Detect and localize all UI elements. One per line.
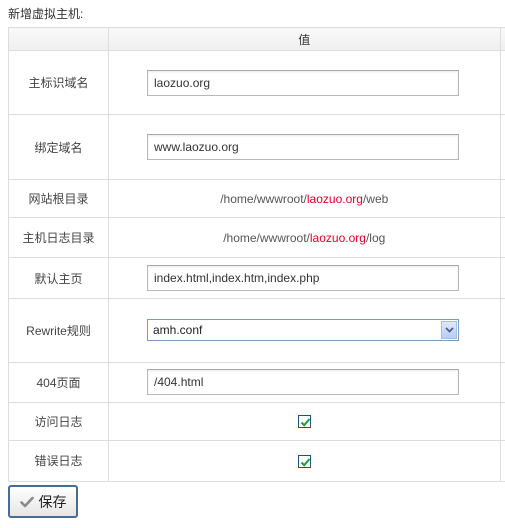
main-domain-label: 主标识域名 (8, 50, 109, 116)
bind-domain-label: 绑定域名 (8, 114, 109, 181)
error-log-label: 错误日志 (8, 439, 109, 483)
error-log-cell (108, 439, 501, 483)
row-access-log: 访问日志 (8, 401, 505, 441)
vhost-form-table: 值 主标识域名 绑定域名 网站根目录 /home/wwwroot/laozuo.… (8, 26, 505, 483)
row-rewrite: Rewrite规则 amh.conf (8, 297, 505, 363)
page-title: 新增虚拟主机: (8, 7, 84, 21)
default-page-label: 默认主页 (8, 257, 109, 299)
header-label-col (8, 26, 109, 52)
access-log-checkbox[interactable] (297, 415, 311, 429)
check-icon (300, 458, 311, 467)
web-root-cell: /home/wwwroot/laozuo.org/web (108, 179, 501, 219)
bind-domain-input[interactable] (147, 134, 459, 161)
check-icon (300, 418, 311, 428)
rewrite-selected-value: amh.conf (153, 323, 203, 338)
row-error-log: 错误日志 (8, 439, 505, 483)
row-log-dir: 主机日志目录 /home/wwwroot/laozuo.org/log (8, 217, 505, 259)
error-page-input[interactable] (147, 369, 459, 396)
log-dir-cell: /home/wwwroot/laozuo.org/log (108, 217, 501, 259)
web-root-path: /home/wwwroot/laozuo.org/web (220, 191, 389, 206)
log-dir-domain: laozuo.org (309, 230, 366, 245)
error-page-label: 404页面 (8, 361, 109, 403)
web-root-domain: laozuo.org (306, 191, 363, 206)
log-dir-label: 主机日志目录 (8, 217, 109, 259)
web-root-label: 网站根目录 (8, 179, 109, 219)
access-log-cell (108, 401, 501, 441)
main-domain-input[interactable] (147, 69, 459, 96)
row-main-domain: 主标识域名 (8, 50, 505, 116)
save-button[interactable]: 保存 (8, 485, 78, 518)
main-domain-cell (108, 50, 501, 116)
header-value-col: 值 (108, 26, 501, 52)
default-page-cell (108, 257, 501, 299)
default-page-input[interactable] (147, 265, 459, 292)
rewrite-label: Rewrite规则 (8, 297, 109, 363)
error-page-cell (108, 361, 501, 403)
bind-domain-cell (108, 114, 501, 181)
row-bind-domain: 绑定域名 (8, 114, 505, 181)
header-extra-col (499, 26, 505, 52)
row-default-page: 默认主页 (8, 257, 505, 299)
save-button-label: 保存 (38, 493, 67, 510)
error-log-checkbox[interactable] (297, 455, 311, 469)
table-header-row: 值 (8, 26, 505, 52)
checkmark-icon (19, 496, 34, 508)
chevron-down-icon[interactable] (441, 321, 457, 340)
vhost-form-page: 新增虚拟主机: 值 主标识域名 绑定域名 网站根目录 /home/wwwroot… (0, 0, 505, 528)
row-error-page: 404页面 (8, 361, 505, 403)
rewrite-select[interactable]: amh.conf (147, 319, 459, 342)
log-dir-path: /home/wwwroot/laozuo.org/log (223, 230, 386, 245)
access-log-label: 访问日志 (8, 401, 109, 441)
row-web-root: 网站根目录 /home/wwwroot/laozuo.org/web (8, 179, 505, 219)
rewrite-cell: amh.conf (108, 297, 501, 363)
